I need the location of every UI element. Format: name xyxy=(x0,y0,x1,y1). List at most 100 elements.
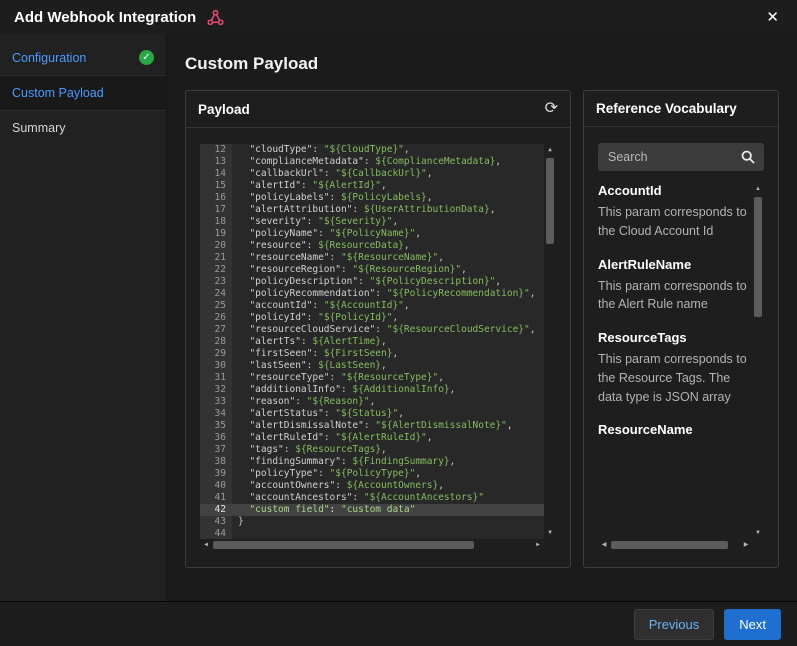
modal-body: Configuration ✓ Custom Payload Summary Cust… xyxy=(0,34,797,602)
code-line[interactable]: 31 "resourceType": "${ResourceType}", xyxy=(200,372,544,384)
code-line[interactable]: 38 "findingSummary": ${FindingSummary}, xyxy=(200,456,544,468)
code-line[interactable]: 17 "alertAttribution": ${UserAttribution… xyxy=(200,204,544,216)
line-number: 19 xyxy=(200,228,232,240)
code-line[interactable]: 20 "resource": ${ResourceData}, xyxy=(200,240,544,252)
horizontal-scroll-thumb[interactable] xyxy=(611,541,729,549)
code-line[interactable]: 44 xyxy=(200,528,544,539)
page-title: Custom Payload xyxy=(185,54,319,73)
code-line[interactable]: 37 "tags": ${ResourceTags}, xyxy=(200,444,544,456)
code-text: "resourceName": "${ResourceName}", xyxy=(249,252,444,263)
vocab-item[interactable]: ResourceName xyxy=(598,422,752,437)
vocab-horizontal-scrollbar[interactable]: ◀ ▶ xyxy=(598,539,752,551)
wizard-sidebar: Configuration ✓ Custom Payload Summary xyxy=(0,34,167,601)
code-text: "reason": "${Reason}", xyxy=(249,396,376,407)
editor-horizontal-scrollbar[interactable]: ◀ ▶ xyxy=(200,539,544,551)
scroll-left-icon[interactable]: ◀ xyxy=(598,539,610,551)
panels-row: Payload ⟳ 12 "cloudType": "${CloudType}"… xyxy=(185,90,779,568)
code-line[interactable]: 30 "lastSeen": ${LastSeen}, xyxy=(200,360,544,372)
vertical-scroll-thumb[interactable] xyxy=(754,197,762,317)
code-text: "resource": ${ResourceData}, xyxy=(249,240,410,251)
horizontal-scroll-thumb[interactable] xyxy=(213,541,475,549)
code-line[interactable]: 25 "accountId": "${AccountId}", xyxy=(200,300,544,312)
code-line[interactable]: 23 "policyDescription": "${PolicyDescrip… xyxy=(200,276,544,288)
code-text: "tags": ${ResourceTags}, xyxy=(249,444,387,455)
sidebar-item-summary[interactable]: Summary xyxy=(0,111,166,145)
code-line[interactable]: 26 "policyId": "${PolicyId}", xyxy=(200,312,544,324)
sidebar-steps: Configuration ✓ Custom Payload Summary xyxy=(0,40,166,145)
code-line[interactable]: 40 "accountOwners": ${AccountOwners}, xyxy=(200,480,544,492)
code-text: "policyLabels": ${PolicyLabels}, xyxy=(249,192,433,203)
code-line[interactable]: 33 "reason": "${Reason}", xyxy=(200,396,544,408)
payload-panel-title: Payload xyxy=(198,101,250,117)
code-editor[interactable]: 12 "cloudType": "${CloudType}", 13 "compl… xyxy=(200,144,556,551)
vocab-item[interactable]: AlertRuleName This param corresponds to t… xyxy=(598,257,752,315)
code-line[interactable]: 15 "alertId": "${AlertId}", xyxy=(200,180,544,192)
line-number: 29 xyxy=(200,348,232,360)
code-text: "callbackUrl": "${CallbackUrl}", xyxy=(249,168,433,179)
code-line[interactable]: 24 "policyRecommendation": "${PolicyReco… xyxy=(200,288,544,300)
line-number: 16 xyxy=(200,192,232,204)
line-number: 18 xyxy=(200,216,232,228)
scroll-down-icon[interactable]: ▼ xyxy=(544,527,556,539)
refresh-icon[interactable]: ⟳ xyxy=(545,101,558,117)
previous-button[interactable]: Previous xyxy=(633,608,715,640)
scroll-down-icon[interactable]: ▼ xyxy=(752,527,764,539)
next-button[interactable]: Next xyxy=(724,608,781,640)
payload-panel-body: 12 "cloudType": "${CloudType}", 13 "compl… xyxy=(186,128,570,567)
line-number: 22 xyxy=(200,264,232,276)
code-line[interactable]: 16 "policyLabels": ${PolicyLabels}, xyxy=(200,192,544,204)
scroll-left-icon[interactable]: ◀ xyxy=(200,539,212,551)
modal-title: Add Webhook Integration xyxy=(14,8,197,26)
search-icon[interactable] xyxy=(740,149,756,170)
add-webhook-modal: Add Webhook Integration ✕ Configuration ✓… xyxy=(0,0,797,646)
code-line[interactable]: 13 "complianceMetadata": ${ComplianceMet… xyxy=(200,156,544,168)
vocab-item[interactable]: AccountId This param corresponds to the C… xyxy=(598,183,752,241)
editor-vertical-scrollbar[interactable]: ▲ ▼ xyxy=(544,144,556,539)
code-text: "alertTs": ${AlertTime}, xyxy=(249,336,387,347)
scroll-right-icon[interactable]: ▶ xyxy=(740,539,752,551)
step-label: Summary xyxy=(12,121,66,135)
code-text: "alertId": "${AlertId}", xyxy=(249,180,387,191)
code-line[interactable]: 19 "policyName": "${PolicyName}", xyxy=(200,228,544,240)
scroll-up-icon[interactable]: ▲ xyxy=(544,144,556,156)
code-line[interactable]: 29 "firstSeen": ${FirstSeen}, xyxy=(200,348,544,360)
code-line[interactable]: 27 "resourceCloudService": "${ResourceCl… xyxy=(200,324,544,336)
vocab-description: This param corresponds to the Cloud Acco… xyxy=(598,205,747,238)
vocab-panel-body: AccountId This param corresponds to the C… xyxy=(584,127,778,567)
modal-header: Add Webhook Integration ✕ xyxy=(0,0,797,34)
vocab-item[interactable]: ResourceTags This param corresponds to th… xyxy=(598,330,752,406)
code-line[interactable]: 43} xyxy=(200,516,544,528)
code-line[interactable]: 21 "resourceName": "${ResourceName}", xyxy=(200,252,544,264)
line-number: 37 xyxy=(200,444,232,456)
code-line[interactable]: 36 "alertRuleId": "${AlertRuleId}", xyxy=(200,432,544,444)
code-line[interactable]: 32 "additionalInfo": ${AdditionalInfo}, xyxy=(200,384,544,396)
scroll-up-icon[interactable]: ▲ xyxy=(752,183,764,195)
code-line[interactable]: 34 "alertStatus": "${Status}", xyxy=(200,408,544,420)
code-lines: 12 "cloudType": "${CloudType}", 13 "compl… xyxy=(200,144,544,539)
code-line[interactable]: 39 "policyType": "${PolicyType}", xyxy=(200,468,544,480)
line-number: 24 xyxy=(200,288,232,300)
code-text: "policyName": "${PolicyName}", xyxy=(249,228,422,239)
step-label: Custom Payload xyxy=(12,86,104,100)
code-line[interactable]: 14 "callbackUrl": "${CallbackUrl}", xyxy=(200,168,544,180)
code-line[interactable]: 41 "accountAncestors": "${AccountAncesto… xyxy=(200,492,544,504)
code-text: "accountAncestors": "${AccountAncestors}… xyxy=(249,492,484,503)
close-icon[interactable]: ✕ xyxy=(762,6,783,28)
step-label: Configuration xyxy=(12,50,87,65)
code-line[interactable]: 35 "alertDismissalNote": "${AlertDismiss… xyxy=(200,420,544,432)
code-line[interactable]: 42 "custom field": "custom data" xyxy=(200,504,544,516)
vertical-scroll-thumb[interactable] xyxy=(546,158,554,244)
vocab-description: This param corresponds to the Alert Rule… xyxy=(598,278,747,312)
line-number: 42 xyxy=(200,504,232,516)
code-line[interactable]: 18 "severity": "${Severity}", xyxy=(200,216,544,228)
sidebar-item-configuration[interactable]: Configuration ✓ xyxy=(0,40,166,76)
code-line[interactable]: 12 "cloudType": "${CloudType}", xyxy=(200,144,544,156)
line-number: 17 xyxy=(200,204,232,216)
sidebar-item-custom-payload[interactable]: Custom Payload xyxy=(0,76,166,111)
code-line[interactable]: 28 "alertTs": ${AlertTime}, xyxy=(200,336,544,348)
code-line[interactable]: 22 "resourceRegion": "${ResourceRegion}"… xyxy=(200,264,544,276)
vocab-vertical-scrollbar[interactable]: ▲ ▼ xyxy=(752,183,764,539)
scroll-right-icon[interactable]: ▶ xyxy=(532,539,544,551)
line-number: 25 xyxy=(200,300,232,312)
